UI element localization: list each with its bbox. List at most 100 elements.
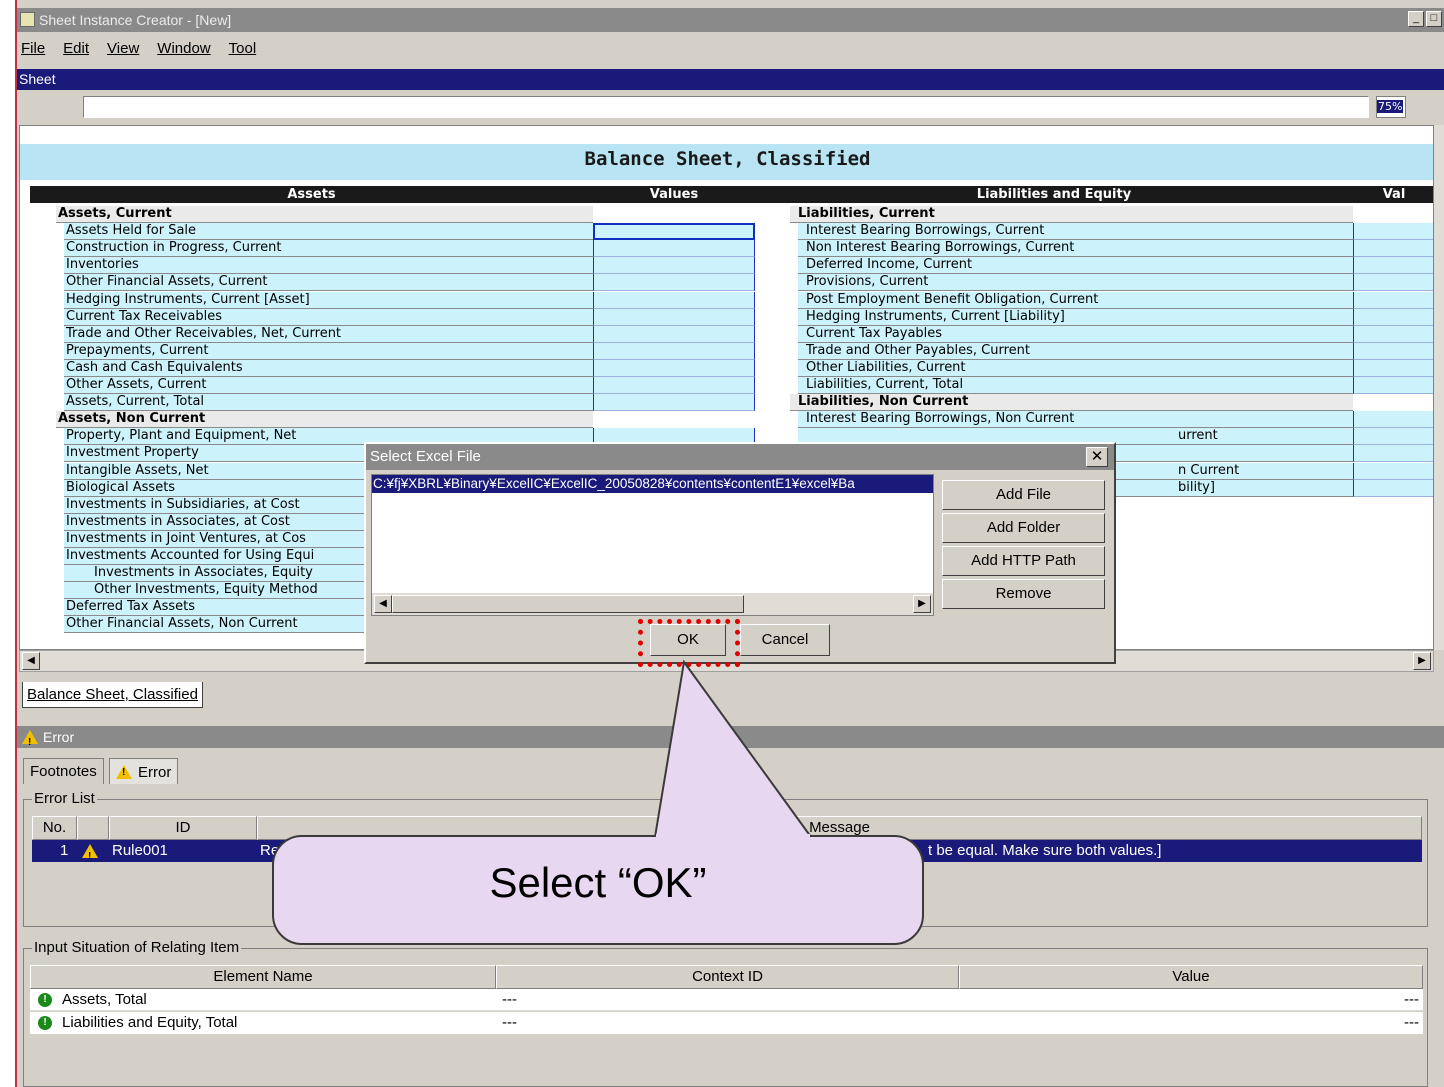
file-list-item[interactable]: C:¥fj¥XBRL¥Binary¥ExcelIC¥ExcelIC_200508… <box>372 475 933 493</box>
input-row[interactable]: ! Assets, Total --- --- <box>30 989 1423 1011</box>
line-item: Cash and Cash Equivalents <box>64 359 593 377</box>
line-item: Post Employment Benefit Obligation, Curr… <box>798 291 1353 309</box>
menu-view[interactable]: View <box>107 40 139 57</box>
scroll-thumb[interactable] <box>392 595 744 613</box>
file-list[interactable]: C:¥fj¥XBRL¥Binary¥ExcelIC¥ExcelIC_200508… <box>371 474 934 616</box>
tab-error-label: Error <box>138 764 172 781</box>
minimize-button[interactable]: _ <box>1408 11 1424 27</box>
input-situation-label: Input Situation of Relating Item <box>32 939 242 956</box>
error-row-message-end: t be equal. Make sure both values.] <box>928 842 1162 859</box>
input-row-context: --- <box>502 991 517 1008</box>
select-excel-file-dialog: Select Excel File ✕ C:¥fj¥XBRL¥Binary¥Ex… <box>364 442 1116 664</box>
menu-tool[interactable]: Tool <box>229 40 257 57</box>
scroll-left-icon[interactable]: ◀ <box>374 595 392 613</box>
value-cell[interactable] <box>1353 308 1433 326</box>
value-cell[interactable] <box>593 394 755 412</box>
zoom-value: 75% <box>1377 100 1404 113</box>
input-row-value: --- <box>1404 991 1419 1008</box>
value-cell[interactable] <box>1353 411 1433 429</box>
value-cell[interactable] <box>1353 257 1433 275</box>
value-cell[interactable] <box>1353 359 1433 377</box>
line-item: Inventories <box>64 257 593 275</box>
value-cell[interactable] <box>593 359 755 377</box>
error-list-label: Error List <box>32 790 97 807</box>
line-item: Assets Held for Sale <box>64 223 593 241</box>
value-cell[interactable] <box>1353 445 1433 463</box>
values-header-2: Val <box>1353 186 1433 203</box>
value-cell[interactable] <box>1353 291 1433 309</box>
value-cell[interactable] <box>1353 274 1433 292</box>
formula-input[interactable] <box>83 96 1369 118</box>
col-icon[interactable] <box>77 816 109 840</box>
col-id[interactable]: ID <box>109 816 257 840</box>
value-cell[interactable] <box>593 223 755 241</box>
line-item: Interest Bearing Borrowings, Current <box>798 223 1353 241</box>
input-row-value: --- <box>1404 1014 1419 1031</box>
value-cell[interactable] <box>593 325 755 343</box>
close-icon[interactable]: ✕ <box>1086 447 1108 467</box>
app-icon <box>20 12 35 27</box>
error-row-id: Rule001 <box>112 842 168 859</box>
value-cell[interactable] <box>1353 325 1433 343</box>
callout-joint <box>656 834 810 840</box>
value-cell[interactable] <box>593 308 755 326</box>
window-titlebar: Sheet Instance Creator - [New] _ □ <box>17 8 1444 32</box>
file-list-hscroll[interactable]: ◀ ▶ <box>372 593 933 615</box>
value-cell[interactable] <box>1353 479 1433 497</box>
value-cell[interactable] <box>1353 240 1433 258</box>
line-item: Other Liabilities, Current <box>798 359 1353 377</box>
value-cell[interactable] <box>593 342 755 360</box>
value-cell[interactable] <box>593 240 755 258</box>
menu-bar: File Edit View Window Tool <box>17 34 1444 62</box>
value-cell[interactable] <box>1353 342 1433 360</box>
window-title: Sheet Instance Creator - [New] <box>39 12 232 28</box>
zoom-select[interactable]: 75% <box>1376 96 1406 118</box>
line-item: Other Assets, Current <box>64 377 593 394</box>
sheet-vertical-scrollbar[interactable] <box>1434 125 1444 650</box>
scroll-right-icon[interactable]: ▶ <box>1413 652 1431 670</box>
value-cell[interactable] <box>593 274 755 292</box>
remove-button[interactable]: Remove <box>942 579 1105 609</box>
tab-error[interactable]: Error <box>109 758 179 784</box>
col-context-id[interactable]: Context ID <box>496 965 959 989</box>
line-item: Liabilities, Current, Total <box>798 377 1353 394</box>
line-item: Deferred Income, Current <box>798 257 1353 275</box>
line-item: Current Tax Payables <box>798 325 1353 343</box>
callout-bubble: Select “OK” <box>272 835 924 945</box>
dialog-title: Select Excel File <box>370 448 481 465</box>
error-panel-label: Error <box>43 729 75 745</box>
col-no[interactable]: No. <box>32 816 77 840</box>
warning-icon <box>82 844 98 868</box>
input-situation-group: Input Situation of Relating Item Element… <box>23 939 1428 1087</box>
value-cell[interactable] <box>1353 223 1433 241</box>
scroll-left-icon[interactable]: ◀ <box>22 652 40 670</box>
menu-window[interactable]: Window <box>157 40 210 57</box>
sheet-tab-balance-sheet[interactable]: Balance Sheet, Classified <box>22 682 203 708</box>
tab-footnotes[interactable]: Footnotes <box>23 758 104 784</box>
value-cell[interactable] <box>1353 462 1433 480</box>
maximize-button[interactable]: □ <box>1426 11 1442 27</box>
ok-status-icon: ! <box>38 993 52 1007</box>
sheet-title: Balance Sheet, Classified <box>20 144 1433 180</box>
scroll-right-icon[interactable]: ▶ <box>913 595 931 613</box>
col-value[interactable]: Value <box>959 965 1423 989</box>
menu-edit[interactable]: Edit <box>63 40 89 57</box>
value-cell[interactable] <box>593 377 755 394</box>
menu-file[interactable]: File <box>21 40 45 57</box>
input-row[interactable]: ! Liabilities and Equity, Total --- --- <box>30 1012 1423 1034</box>
add-http-path-button[interactable]: Add HTTP Path <box>942 546 1105 576</box>
line-item: Current Tax Receivables <box>64 308 593 326</box>
add-file-button[interactable]: Add File <box>942 480 1105 510</box>
add-folder-button[interactable]: Add Folder <box>942 513 1105 543</box>
error-row-no: 1 <box>60 842 69 859</box>
value-cell[interactable] <box>1353 428 1433 446</box>
value-cell[interactable] <box>1353 377 1433 394</box>
line-item: Hedging Instruments, Current [Asset] <box>64 291 593 309</box>
warning-icon <box>22 730 38 754</box>
value-cell[interactable] <box>593 257 755 275</box>
section-header: Assets, Non Current <box>56 411 593 429</box>
warning-icon <box>116 765 132 779</box>
input-row-name: Liabilities and Equity, Total <box>62 1014 238 1031</box>
col-element-name[interactable]: Element Name <box>30 965 496 989</box>
value-cell[interactable] <box>593 291 755 309</box>
